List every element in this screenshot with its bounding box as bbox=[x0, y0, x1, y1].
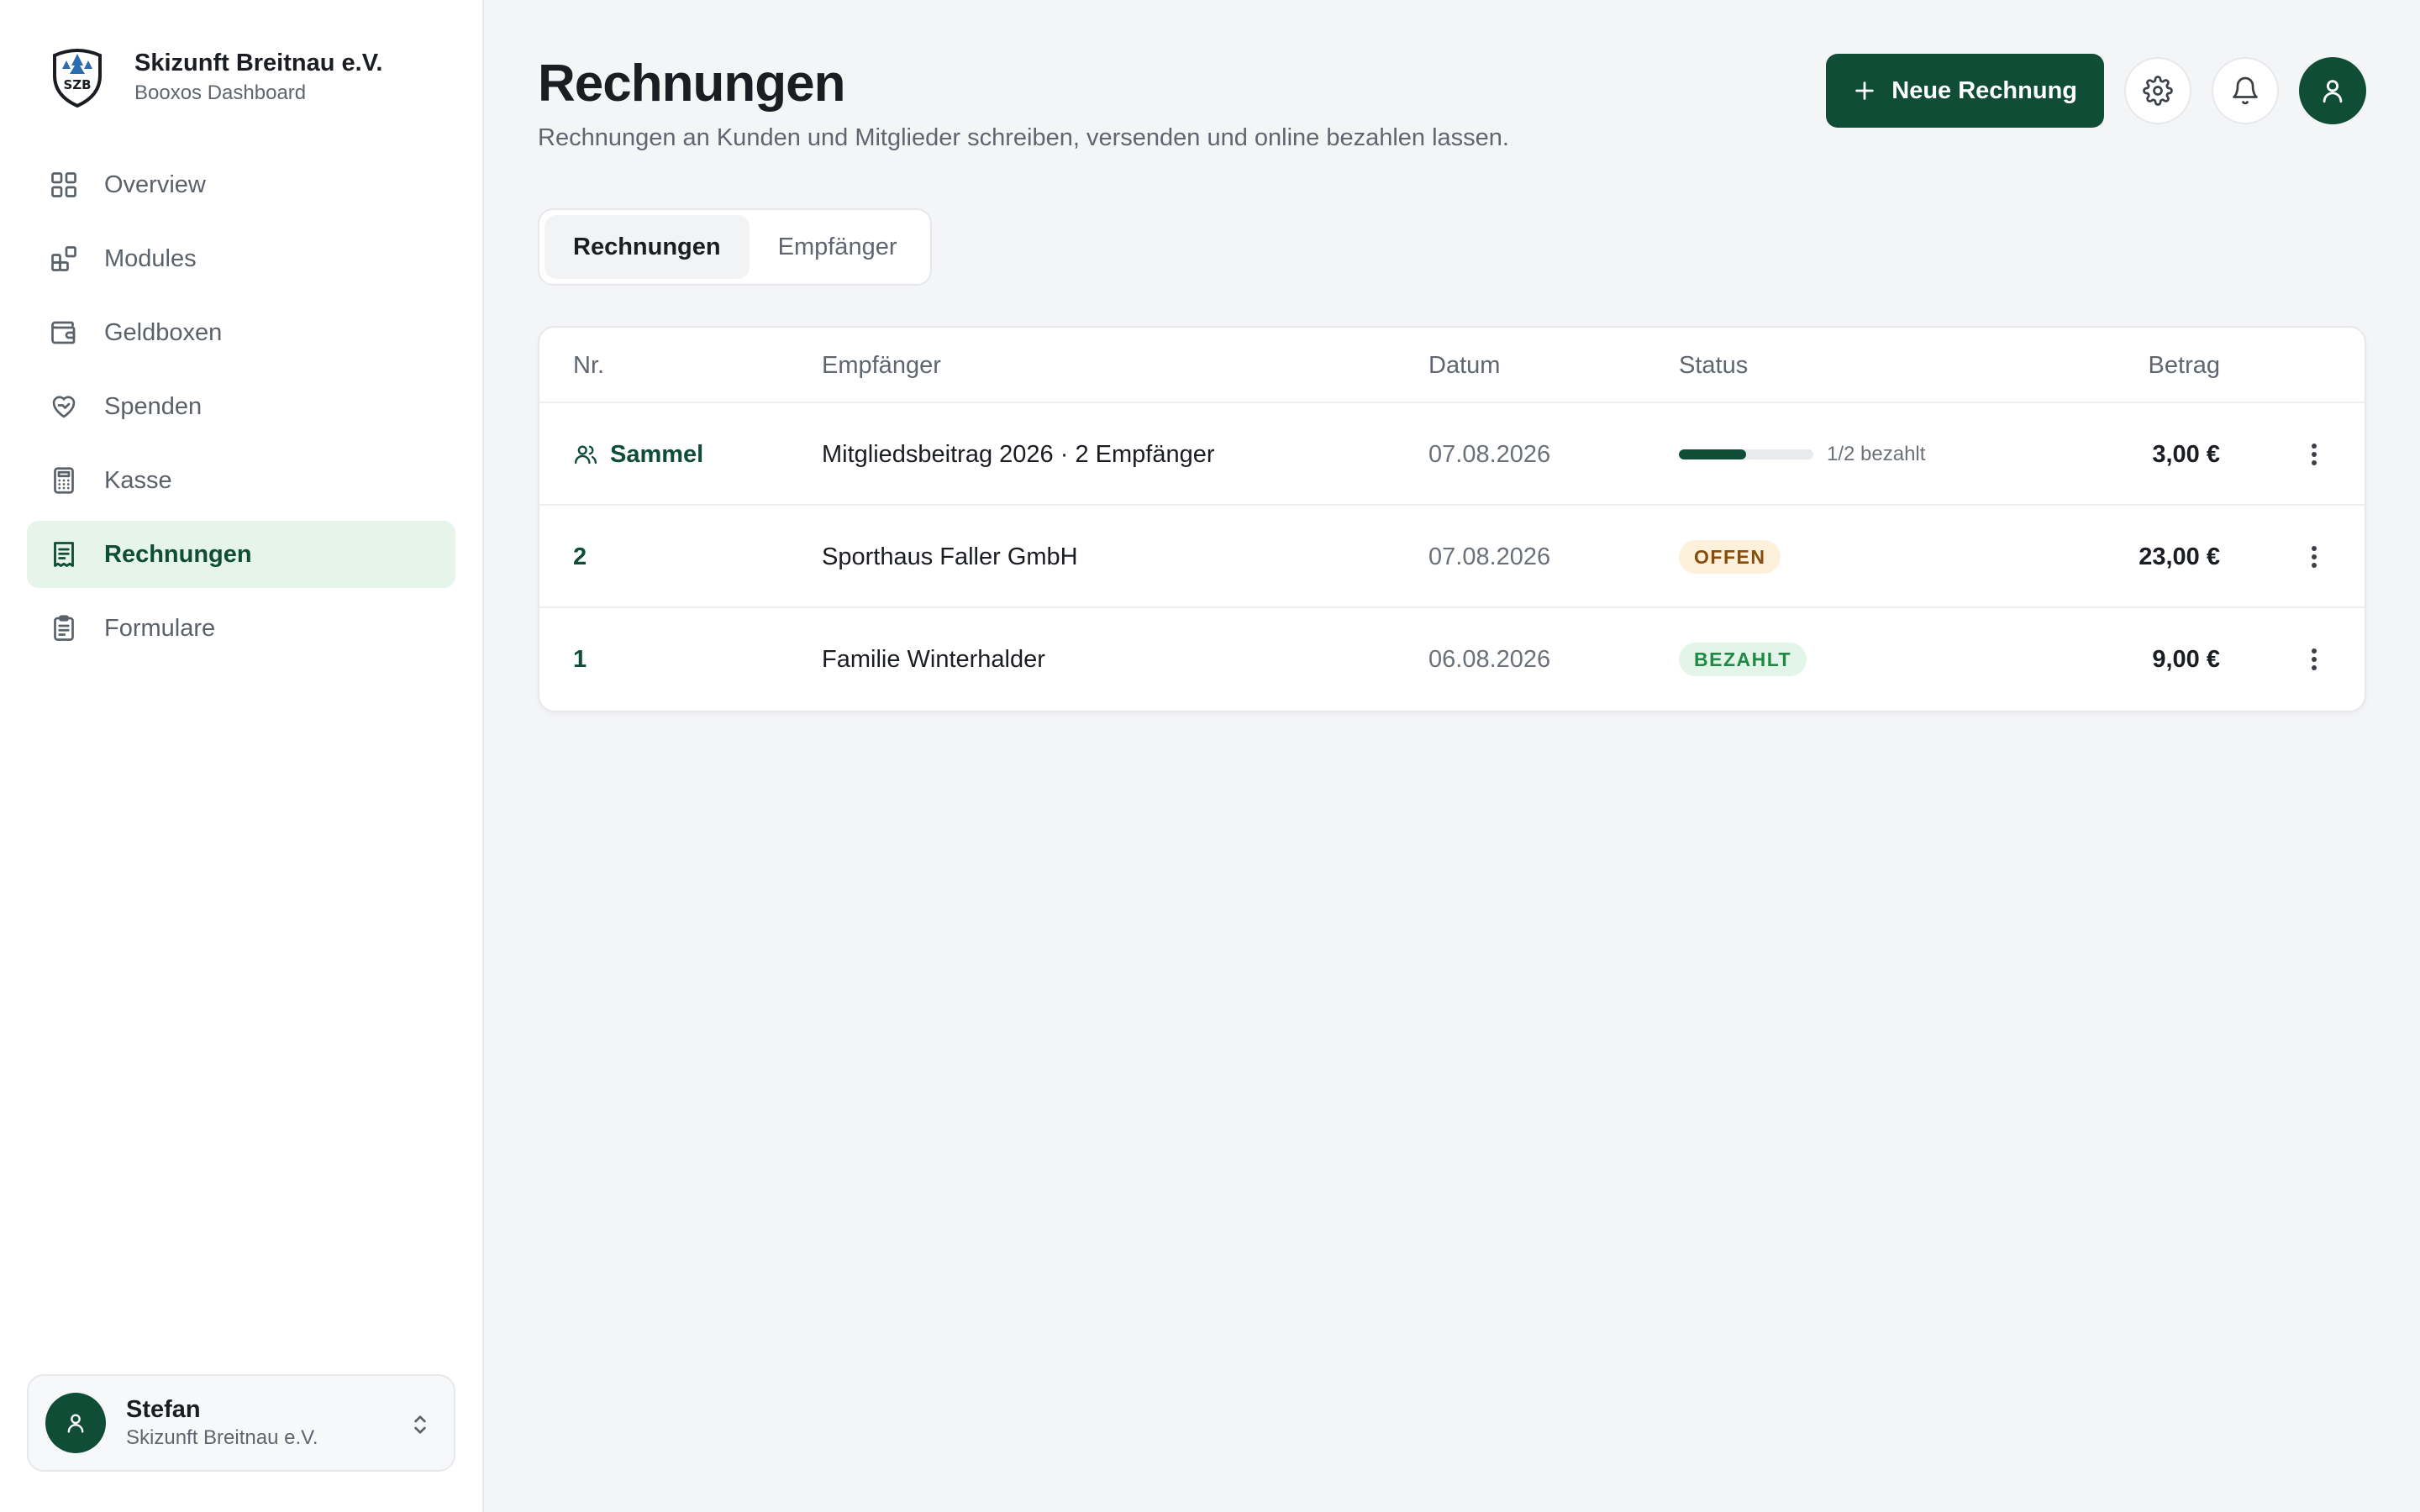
user-name: Stefan bbox=[126, 1396, 201, 1423]
sidebar-item-modules[interactable]: Modules bbox=[27, 225, 455, 292]
modules-icon bbox=[47, 242, 81, 276]
sidebar-item-overview[interactable]: Overview bbox=[27, 151, 455, 218]
recipient-cell: Familie Winterhalder bbox=[822, 645, 1045, 673]
chevron-up-down-icon bbox=[407, 1410, 434, 1440]
payment-progress-bar bbox=[1679, 449, 1813, 459]
column-header-amount[interactable]: Betrag bbox=[2149, 328, 2220, 403]
user-icon bbox=[2318, 76, 2347, 105]
invoice-nr-cell: Sammel bbox=[573, 403, 703, 506]
row-menu-button[interactable] bbox=[2294, 506, 2334, 608]
gear-icon bbox=[2143, 76, 2173, 106]
bell-icon bbox=[2230, 76, 2260, 106]
settings-button[interactable] bbox=[2124, 57, 2191, 124]
sidebar-nav: Overview Modules Geldboxen Spenden Kasse bbox=[27, 151, 455, 669]
brand-name: Skizunft Breitnau e.V. bbox=[134, 50, 383, 76]
table-header: Nr. Empfänger Datum Status Betrag bbox=[539, 328, 2365, 403]
clipboard-icon bbox=[47, 612, 81, 645]
avatar bbox=[45, 1393, 106, 1453]
sidebar-item-spenden[interactable]: Spenden bbox=[27, 373, 455, 440]
sidebar-item-rechnungen[interactable]: Rechnungen bbox=[27, 521, 455, 588]
user-switcher[interactable]: Stefan Skizunft Breitnau e.V. bbox=[27, 1374, 455, 1472]
calculator-icon bbox=[47, 464, 81, 497]
column-header-date[interactable]: Datum bbox=[1428, 328, 1500, 403]
tab-empfaenger[interactable]: Empfänger bbox=[750, 215, 926, 279]
club-logo: SZB bbox=[47, 47, 108, 108]
profile-button[interactable] bbox=[2299, 57, 2366, 124]
recipient-cell: Sporthaus Faller GmbH bbox=[822, 543, 1078, 570]
payment-progress-label: 1/2 bezahlt bbox=[1827, 443, 1926, 465]
table-row[interactable]: Sammel Mitgliedsbeitrag 2026 · 2 Empfäng… bbox=[539, 403, 2365, 506]
status-badge: BEZAHLT bbox=[1679, 643, 1807, 676]
column-header-recipient[interactable]: Empfänger bbox=[822, 328, 941, 403]
table-row[interactable]: 1 Familie Winterhalder 06.08.2026 BEZAHL… bbox=[539, 608, 2365, 711]
page-subtitle: Rechnungen an Kunden und Mitglieder schr… bbox=[538, 124, 1509, 151]
svg-text:SZB: SZB bbox=[63, 77, 91, 92]
invoice-table: Nr. Empfänger Datum Status Betrag Sammel… bbox=[538, 326, 2366, 712]
invoice-nr[interactable]: 2 bbox=[573, 543, 587, 571]
header-actions: Neue Rechnung bbox=[1826, 54, 2366, 128]
column-header-status[interactable]: Status bbox=[1679, 328, 1748, 403]
amount-cell: 3,00 € bbox=[2152, 440, 2220, 468]
brand-subtitle: Booxos Dashboard bbox=[134, 81, 307, 104]
tab-bar: Rechnungen Empfänger bbox=[538, 208, 933, 286]
date-cell: 07.08.2026 bbox=[1428, 440, 1551, 468]
sidebar-item-label: Overview bbox=[104, 171, 206, 198]
sidebar-item-formulare[interactable]: Formulare bbox=[27, 595, 455, 662]
row-menu-button[interactable] bbox=[2294, 403, 2334, 506]
page-title: Rechnungen bbox=[538, 55, 845, 113]
sidebar: SZB Skizunft Breitnau e.V. Booxos Dashbo… bbox=[0, 0, 484, 1512]
plus-icon bbox=[1853, 79, 1876, 102]
collective-invoice-link[interactable]: Sammel bbox=[573, 441, 703, 469]
invoice-nr-cell: 1 bbox=[573, 608, 587, 711]
table-row[interactable]: 2 Sporthaus Faller GmbH 07.08.2026 OFFEN… bbox=[539, 506, 2365, 608]
user-org: Skizunft Breitnau e.V. bbox=[126, 1426, 318, 1449]
receipt-icon bbox=[47, 538, 81, 571]
status-cell: OFFEN bbox=[1679, 506, 1781, 608]
sidebar-item-label: Rechnungen bbox=[104, 540, 252, 568]
payment-progress-fill bbox=[1679, 449, 1746, 459]
new-invoice-label: Neue Rechnung bbox=[1891, 76, 2077, 104]
more-vertical-icon bbox=[2312, 647, 2317, 672]
status-badge: OFFEN bbox=[1679, 540, 1781, 574]
sidebar-item-label: Formulare bbox=[104, 614, 216, 642]
date-cell: 07.08.2026 bbox=[1428, 543, 1551, 570]
invoice-nr[interactable]: 1 bbox=[573, 646, 587, 674]
sidebar-item-kasse[interactable]: Kasse bbox=[27, 447, 455, 514]
amount-cell: 9,00 € bbox=[2152, 645, 2220, 673]
invoice-nr: Sammel bbox=[610, 440, 704, 468]
row-menu-button[interactable] bbox=[2294, 608, 2334, 711]
recipient-cell: Mitgliedsbeitrag 2026 · 2 Empfänger bbox=[822, 440, 1215, 468]
more-vertical-icon bbox=[2312, 544, 2317, 570]
grid-icon bbox=[47, 168, 81, 202]
column-header-nr[interactable]: Nr. bbox=[573, 328, 604, 403]
sidebar-item-label: Spenden bbox=[104, 392, 203, 420]
main-content: Rechnungen Rechnungen an Kunden und Mitg… bbox=[484, 0, 2420, 1512]
date-cell: 06.08.2026 bbox=[1428, 645, 1551, 673]
brand[interactable]: SZB Skizunft Breitnau e.V. Booxos Dashbo… bbox=[47, 47, 382, 108]
sidebar-item-label: Kasse bbox=[104, 466, 172, 494]
sidebar-item-geldboxen[interactable]: Geldboxen bbox=[27, 299, 455, 366]
status-cell: 1/2 bezahlt bbox=[1679, 403, 1925, 506]
invoice-nr-cell: 2 bbox=[573, 506, 587, 608]
more-vertical-icon bbox=[2312, 442, 2317, 467]
notifications-button[interactable] bbox=[2212, 57, 2279, 124]
sidebar-item-label: Geldboxen bbox=[104, 318, 223, 346]
status-cell: BEZAHLT bbox=[1679, 608, 1807, 711]
wallet-icon bbox=[47, 316, 81, 349]
amount-cell: 23,00 € bbox=[2139, 543, 2220, 570]
tab-rechnungen[interactable]: Rechnungen bbox=[544, 215, 750, 279]
new-invoice-button[interactable]: Neue Rechnung bbox=[1826, 54, 2104, 128]
sidebar-item-label: Modules bbox=[104, 244, 197, 272]
heart-hand-icon bbox=[47, 390, 81, 423]
users-icon bbox=[573, 442, 610, 467]
